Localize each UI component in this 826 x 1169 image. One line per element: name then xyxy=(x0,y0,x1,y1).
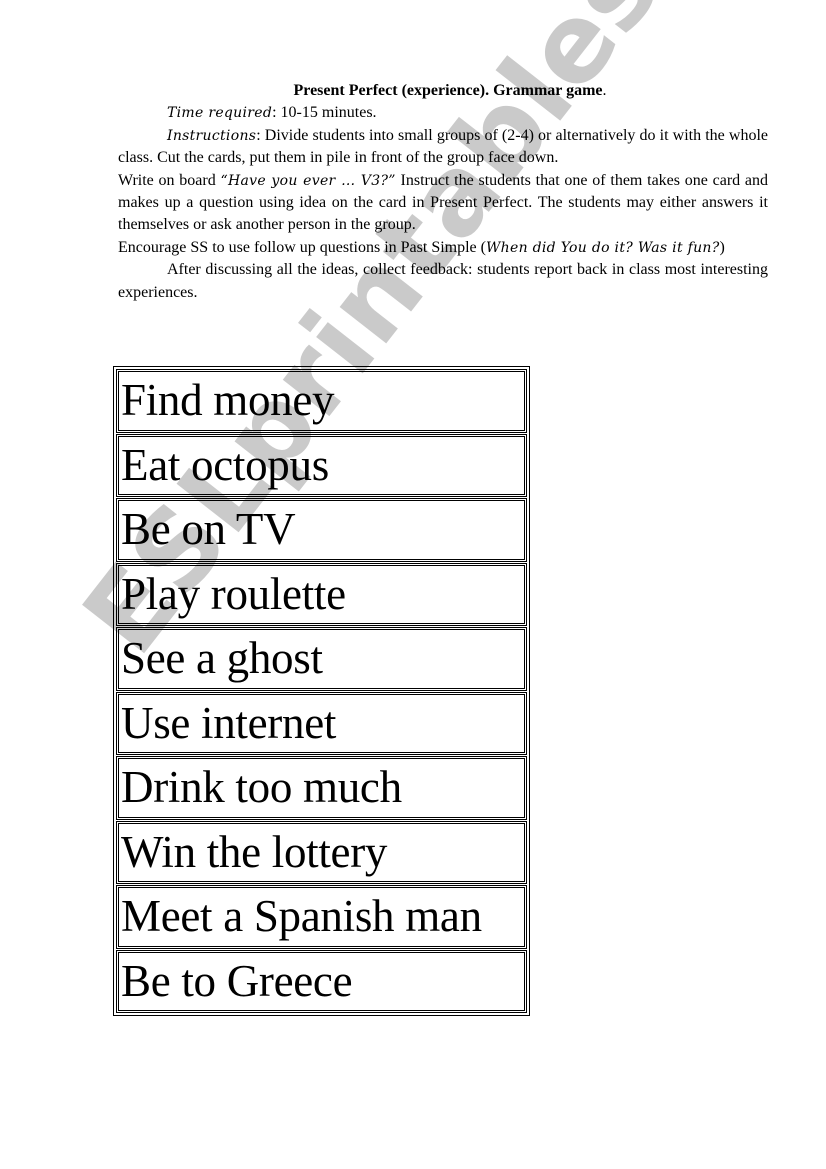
encourage-suffix: ) xyxy=(719,238,725,256)
card-label: Find money xyxy=(121,375,335,426)
instructions-label: Instructions xyxy=(167,127,257,144)
feedback-paragraph: After discussing all the ideas, collect … xyxy=(118,259,768,304)
card-label: Drink too much xyxy=(121,762,402,813)
card: Drink too much xyxy=(116,756,527,820)
card-label: Eat octopus xyxy=(121,439,329,490)
encourage-paragraph: Encourage SS to use follow up questions … xyxy=(118,237,768,259)
encourage-example: When did You do it? Was it fun? xyxy=(485,239,720,256)
card: Be on TV xyxy=(116,498,527,562)
card: Eat octopus xyxy=(116,433,527,497)
card: Meet a Spanish man xyxy=(116,885,527,949)
card: Find money xyxy=(116,369,527,433)
card-label: Be to Greece xyxy=(121,955,353,1006)
card: See a ghost xyxy=(116,627,527,691)
board-prefix: Write on board xyxy=(118,171,221,189)
worksheet-title: Present Perfect (experience). Grammar ga… xyxy=(118,80,768,102)
card-label: Meet a Spanish man xyxy=(121,891,482,942)
time-required: Time required: 10-15 minutes. xyxy=(118,102,768,124)
card-label: Win the lottery xyxy=(121,826,388,877)
time-value: : 10-15 minutes. xyxy=(272,104,377,122)
encourage-prefix: Encourage SS to use follow up questions … xyxy=(118,238,486,256)
card-label: See a ghost xyxy=(121,633,323,684)
card: Be to Greece xyxy=(116,949,527,1013)
feedback-text: After discussing all the ideas, collect … xyxy=(118,261,768,301)
card-label: Play roulette xyxy=(121,568,346,619)
card-label: Be on TV xyxy=(121,504,296,555)
card: Win the lottery xyxy=(116,820,527,884)
board-quote: “Have you ever … V3?” xyxy=(220,172,396,189)
card-table: Find money Eat octopus Be on TV Play rou… xyxy=(113,366,530,1016)
card: Play roulette xyxy=(116,562,527,626)
time-label: Time required xyxy=(167,105,273,122)
instructions-block: Present Perfect (experience). Grammar ga… xyxy=(118,80,768,304)
board-paragraph: Write on board “Have you ever … V3?” Ins… xyxy=(118,170,768,237)
instructions-paragraph: Instructions: Divide students into small… xyxy=(118,125,768,170)
title-text: Present Perfect (experience). Grammar ga… xyxy=(293,82,603,99)
card: Use internet xyxy=(116,691,527,755)
card-label: Use internet xyxy=(121,697,337,748)
worksheet-page: Present Perfect (experience). Grammar ga… xyxy=(0,0,826,1169)
title-period: . xyxy=(602,82,607,99)
